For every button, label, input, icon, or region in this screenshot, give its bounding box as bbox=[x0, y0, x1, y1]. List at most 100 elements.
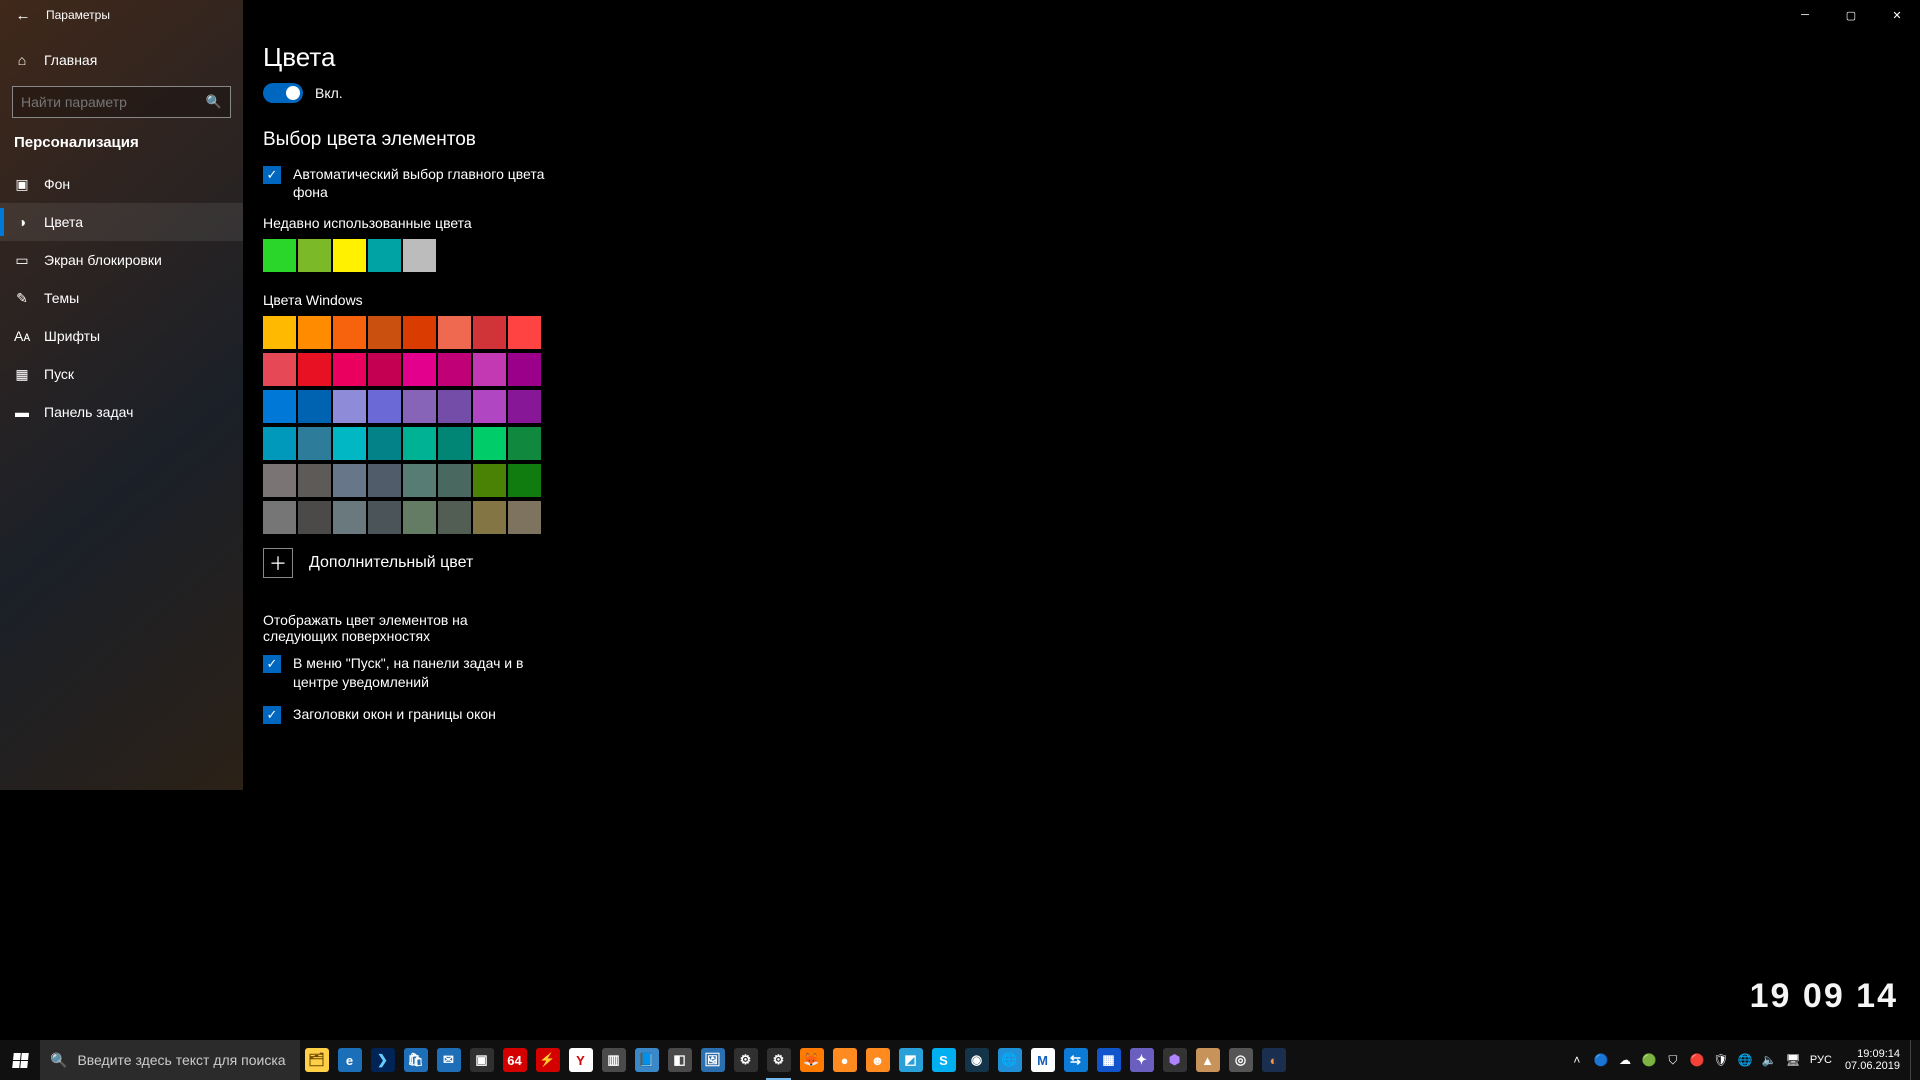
windows-color-swatch[interactable] bbox=[473, 501, 506, 534]
sidebar-home[interactable]: ⌂ Главная bbox=[0, 42, 243, 78]
windows-color-swatch[interactable] bbox=[368, 390, 401, 423]
sidebar-item-Панель задач[interactable]: ▬Панель задач bbox=[0, 393, 243, 431]
recent-color-swatch[interactable] bbox=[368, 239, 401, 272]
sidebar-item-Темы[interactable]: ✎Темы bbox=[0, 279, 243, 317]
tray-vol-icon[interactable]: 🔈 bbox=[1759, 1040, 1779, 1080]
windows-color-swatch[interactable] bbox=[298, 316, 331, 349]
sidebar-item-Фон[interactable]: ▣Фон bbox=[0, 165, 243, 203]
windows-color-swatch[interactable] bbox=[263, 427, 296, 460]
tray-language[interactable]: РУС bbox=[1807, 1040, 1835, 1080]
taskbar-app-yandex[interactable]: Y bbox=[564, 1040, 597, 1080]
tray-t6-icon[interactable]: 🛡 bbox=[1711, 1040, 1731, 1080]
taskbar-app-skype[interactable]: S bbox=[927, 1040, 960, 1080]
windows-color-swatch[interactable] bbox=[508, 427, 541, 460]
windows-color-swatch[interactable] bbox=[333, 464, 366, 497]
windows-color-swatch[interactable] bbox=[508, 390, 541, 423]
windows-color-swatch[interactable] bbox=[438, 353, 471, 386]
sidebar-item-Экран блокировки[interactable]: ▭Экран блокировки bbox=[0, 241, 243, 279]
sidebar-item-Пуск[interactable]: ▦Пуск bbox=[0, 355, 243, 393]
sidebar-item-Шрифты[interactable]: AᴀШрифты bbox=[0, 317, 243, 355]
taskbar-app-edge[interactable]: e bbox=[333, 1040, 366, 1080]
recent-color-swatch[interactable] bbox=[263, 239, 296, 272]
windows-color-swatch[interactable] bbox=[368, 316, 401, 349]
taskbar-app-mail[interactable]: ✉ bbox=[432, 1040, 465, 1080]
windows-color-swatch[interactable] bbox=[473, 427, 506, 460]
titlebar-surface-checkbox[interactable]: ✓ bbox=[263, 706, 281, 724]
tray-t2-icon[interactable]: ☁ bbox=[1615, 1040, 1635, 1080]
taskbar-app-teamviewer[interactable]: ⇆ bbox=[1059, 1040, 1092, 1080]
maximize-button[interactable]: ▢ bbox=[1828, 0, 1874, 30]
windows-color-swatch[interactable] bbox=[403, 501, 436, 534]
windows-color-swatch[interactable] bbox=[403, 353, 436, 386]
windows-color-swatch[interactable] bbox=[438, 464, 471, 497]
windows-color-swatch[interactable] bbox=[263, 353, 296, 386]
windows-color-swatch[interactable] bbox=[438, 501, 471, 534]
tray-t1-icon[interactable]: 🔵 bbox=[1591, 1040, 1611, 1080]
windows-color-swatch[interactable] bbox=[333, 390, 366, 423]
taskbar-app-app3[interactable]: ◧ bbox=[663, 1040, 696, 1080]
windows-color-swatch[interactable] bbox=[403, 427, 436, 460]
windows-color-swatch[interactable] bbox=[508, 316, 541, 349]
tray-screen-icon[interactable]: 🖥 bbox=[1783, 1040, 1803, 1080]
sidebar-item-Цвета[interactable]: ◑Цвета bbox=[0, 203, 243, 241]
start-surface-checkbox[interactable]: ✓ bbox=[263, 655, 281, 673]
taskbar-app-app9[interactable]: ⬢ bbox=[1158, 1040, 1191, 1080]
taskbar-app-settings[interactable]: ⚙ bbox=[762, 1040, 795, 1080]
windows-color-swatch[interactable] bbox=[263, 390, 296, 423]
windows-color-swatch[interactable] bbox=[473, 390, 506, 423]
start-button[interactable] bbox=[0, 1040, 40, 1080]
windows-color-swatch[interactable] bbox=[263, 464, 296, 497]
windows-color-swatch[interactable] bbox=[473, 353, 506, 386]
windows-color-swatch[interactable] bbox=[403, 464, 436, 497]
taskbar-app-bolt[interactable]: ⚡ bbox=[531, 1040, 564, 1080]
windows-color-swatch[interactable] bbox=[473, 464, 506, 497]
recent-color-swatch[interactable] bbox=[333, 239, 366, 272]
sidebar-search[interactable]: 🔍 bbox=[12, 86, 231, 118]
windows-color-swatch[interactable] bbox=[508, 464, 541, 497]
taskbar-app-app5[interactable]: ☻ bbox=[861, 1040, 894, 1080]
taskbar-app-explorer[interactable]: 🗂 bbox=[300, 1040, 333, 1080]
taskbar-app-app7[interactable]: ▦ bbox=[1092, 1040, 1125, 1080]
show-desktop-button[interactable] bbox=[1910, 1040, 1916, 1080]
auto-color-checkbox[interactable]: ✓ bbox=[263, 166, 281, 184]
tray-t4-icon[interactable]: ⛉ bbox=[1663, 1040, 1683, 1080]
taskbar-app-app1[interactable]: ▥ bbox=[597, 1040, 630, 1080]
tray-clock[interactable]: 19:09:1407.06.2019 bbox=[1839, 1048, 1906, 1072]
taskbar-app-browser[interactable]: 🌐 bbox=[993, 1040, 1026, 1080]
tray-t5-icon[interactable]: 🔴 bbox=[1687, 1040, 1707, 1080]
recent-color-swatch[interactable] bbox=[298, 239, 331, 272]
windows-color-swatch[interactable] bbox=[368, 501, 401, 534]
windows-color-swatch[interactable] bbox=[403, 390, 436, 423]
windows-color-swatch[interactable] bbox=[438, 427, 471, 460]
taskbar-search[interactable]: 🔍 Введите здесь текст для поиска bbox=[40, 1040, 300, 1080]
transparency-toggle[interactable] bbox=[263, 83, 303, 103]
taskbar-app-aida64[interactable]: 64 bbox=[498, 1040, 531, 1080]
windows-color-swatch[interactable] bbox=[333, 316, 366, 349]
windows-color-swatch[interactable] bbox=[508, 353, 541, 386]
taskbar-app-app2[interactable]: 📘 bbox=[630, 1040, 663, 1080]
windows-color-swatch[interactable] bbox=[333, 501, 366, 534]
taskbar-app-firefox[interactable]: 🦊 bbox=[795, 1040, 828, 1080]
taskbar-app-app4[interactable]: ● bbox=[828, 1040, 861, 1080]
windows-color-swatch[interactable] bbox=[298, 464, 331, 497]
tray-net-icon[interactable]: 🌐 bbox=[1735, 1040, 1755, 1080]
windows-color-swatch[interactable] bbox=[438, 390, 471, 423]
windows-color-swatch[interactable] bbox=[298, 501, 331, 534]
taskbar-app-store[interactable]: 🛍 bbox=[399, 1040, 432, 1080]
back-button[interactable]: ← bbox=[0, 0, 46, 30]
windows-color-swatch[interactable] bbox=[368, 464, 401, 497]
taskbar-app-app11[interactable]: ◐ bbox=[1257, 1040, 1290, 1080]
windows-color-swatch[interactable] bbox=[298, 353, 331, 386]
taskbar-app-powershell[interactable]: ❯ bbox=[366, 1040, 399, 1080]
tray-chevron-icon[interactable]: ˄ bbox=[1567, 1040, 1587, 1080]
taskbar-app-app8[interactable]: ✦ bbox=[1125, 1040, 1158, 1080]
windows-color-swatch[interactable] bbox=[368, 427, 401, 460]
taskbar-app-app10[interactable]: ▲ bbox=[1191, 1040, 1224, 1080]
taskbar-app-app6[interactable]: ◩ bbox=[894, 1040, 927, 1080]
windows-color-swatch[interactable] bbox=[298, 427, 331, 460]
windows-color-swatch[interactable] bbox=[438, 316, 471, 349]
recent-color-swatch[interactable] bbox=[403, 239, 436, 272]
tray-t3-icon[interactable]: 🟢 bbox=[1639, 1040, 1659, 1080]
windows-color-swatch[interactable] bbox=[263, 316, 296, 349]
taskbar-app-steam[interactable]: ◉ bbox=[960, 1040, 993, 1080]
